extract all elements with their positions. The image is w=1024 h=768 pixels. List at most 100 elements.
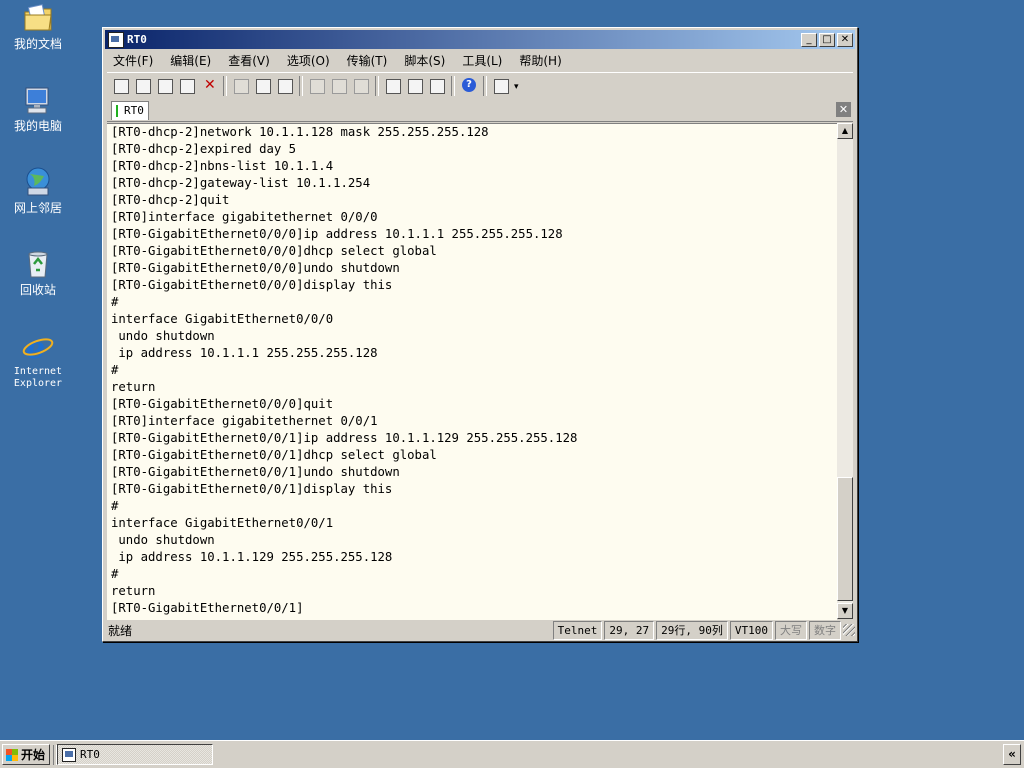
windows-logo-icon (6, 748, 18, 761)
desktop-icon-label: 我的文档 (13, 37, 62, 51)
tray-expand-button[interactable]: « (1003, 744, 1021, 765)
terminal-line: return (111, 380, 156, 394)
terminal-line: interface GigabitEthernet0/0/1 (111, 516, 334, 530)
close-button[interactable]: ✕ (837, 32, 853, 47)
toolbar-separator (299, 76, 303, 96)
taskbar-window-button[interactable]: RT0 (57, 744, 213, 765)
terminal-window: RT0 _ □ ✕ 文件(F) 编辑(E) 查看(V) 选项(O) 传输(T) … (102, 27, 858, 642)
desktop-icon-network[interactable]: 网上邻居 (0, 166, 76, 215)
ie-icon: e (22, 330, 54, 366)
print-icon[interactable] (307, 76, 327, 96)
terminal-line: [RT0-dhcp-2]gateway-list 10.1.1.254 (111, 176, 371, 190)
title-bar[interactable]: RT0 _ □ ✕ (105, 30, 855, 49)
desktop-icon-label: 我的电脑 (13, 119, 62, 133)
help-icon[interactable]: ? (459, 76, 479, 96)
global-options-icon[interactable] (405, 76, 425, 96)
desktop-icon-label: 网上邻居 (13, 201, 62, 215)
start-label: 开始 (21, 748, 46, 762)
menu-edit[interactable]: 编辑(E) (170, 52, 211, 69)
terminal-output[interactable]: [RT0-dhcp-2]network 10.1.1.128 mask 255.… (107, 123, 837, 620)
desktop-icon-recycle-bin[interactable]: 回收站 (0, 248, 76, 297)
terminal-line: [RT0-GigabitEthernet0/0/1]dhcp select gl… (111, 448, 437, 462)
toolbar-separator (223, 76, 227, 96)
resize-grip[interactable] (843, 624, 855, 636)
terminal-line: interface GigabitEthernet0/0/0 (111, 312, 334, 326)
terminal-line: [RT0-GigabitEthernet0/0/1] (111, 601, 304, 615)
connect-in-tab-icon[interactable] (155, 76, 175, 96)
menu-file[interactable]: 文件(F) (113, 52, 153, 69)
quick-connect-icon[interactable] (133, 76, 153, 96)
key-icon[interactable] (427, 76, 447, 96)
session-tab-label: RT0 (124, 104, 144, 117)
menu-view[interactable]: 查看(V) (228, 52, 270, 69)
reconnect-icon[interactable] (177, 76, 197, 96)
scroll-down-button[interactable]: ▼ (837, 603, 853, 619)
desktop-icon-my-documents[interactable]: 我的文档 (0, 2, 76, 51)
terminal-line: ip address 10.1.1.129 255.255.255.128 (111, 550, 393, 564)
desktop-icon-label: Internet Explorer (13, 366, 63, 389)
session-tab[interactable]: RT0 (111, 101, 149, 120)
terminal-line: [RT0-GigabitEthernet0/0/0]quit (111, 397, 334, 411)
printer-icon[interactable] (351, 76, 371, 96)
toolbar-separator (483, 76, 487, 96)
terminal-line: [RT0-GigabitEthernet0/0/0]dhcp select gl… (111, 244, 437, 258)
print-setup-icon[interactable] (329, 76, 349, 96)
menu-bar: 文件(F) 编辑(E) 查看(V) 选项(O) 传输(T) 脚本(S) 工具(L… (105, 50, 855, 70)
terminal-line: [RT0-GigabitEthernet0/0/0]display this (111, 278, 393, 292)
minimize-button[interactable]: _ (801, 32, 817, 47)
status-bar: 就绪 Telnet 29, 27 29行, 90列 VT100 大写 数字 (105, 620, 855, 640)
close-tab-icon[interactable]: ✕ (836, 102, 851, 117)
terminal-line: [RT0-GigabitEthernet0/0/1]ip address 10.… (111, 431, 578, 445)
terminal-line: [RT0-GigabitEthernet0/0/0]ip address 10.… (111, 227, 563, 241)
terminal-line: # (111, 363, 119, 377)
status-cursor-position: 29, 27 (604, 620, 655, 640)
terminal-line: [RT0-GigabitEthernet0/0/1]display this (111, 482, 393, 496)
find-icon[interactable] (275, 76, 295, 96)
scroll-up-button[interactable]: ▲ (837, 123, 853, 139)
terminal-line: [RT0-dhcp-2]quit (111, 193, 230, 207)
menu-tools[interactable]: 工具(L) (462, 52, 502, 69)
status-caps-lock: 大写 (775, 620, 807, 640)
network-icon (22, 166, 54, 198)
menu-transfer[interactable]: 传输(T) (347, 52, 388, 69)
recycle-bin-icon (22, 248, 54, 280)
session-options-icon[interactable] (383, 76, 403, 96)
toolbar-separator (451, 76, 455, 96)
menu-help[interactable]: 帮助(H) (519, 52, 561, 69)
terminal-line: ip address 10.1.1.1 255.255.255.128 (111, 346, 378, 360)
paste-icon[interactable] (253, 76, 273, 96)
terminal-line: undo shutdown (111, 329, 215, 343)
taskbar: 开始 RT0 « (0, 740, 1024, 768)
app-icon (108, 31, 124, 48)
connect-icon[interactable] (111, 76, 131, 96)
status-protocol: Telnet (552, 620, 603, 640)
folder-documents-icon (22, 2, 54, 34)
desktop-icon-label: 回收站 (19, 283, 56, 297)
vertical-scrollbar[interactable]: ▲ ▼ (837, 123, 853, 619)
svg-text:e: e (26, 331, 45, 362)
desktop-icon-internet-explorer[interactable]: e Internet Explorer (0, 330, 76, 390)
menu-script[interactable]: 脚本(S) (404, 52, 445, 69)
maximize-button[interactable]: □ (819, 32, 835, 47)
menu-options[interactable]: 选项(O) (287, 52, 330, 69)
app-icon (62, 747, 76, 762)
scroll-thumb[interactable] (837, 477, 853, 601)
terminal-line: [RT0-GigabitEthernet0/0/1]undo shutdown (111, 465, 400, 479)
copy-icon[interactable] (231, 76, 251, 96)
terminal-line: undo shutdown (111, 533, 215, 547)
status-num-lock: 数字 (809, 620, 841, 640)
computer-icon (22, 84, 54, 116)
disconnect-icon[interactable]: ✕ (199, 76, 219, 96)
status-text: 就绪 (108, 623, 133, 638)
terminal-line: [RT0-GigabitEthernet0/0/0]undo shutdown (111, 261, 400, 275)
taskbar-window-label: RT0 (80, 748, 100, 761)
session-tab-bar: RT0 ✕ (107, 99, 853, 122)
keymap-icon[interactable] (491, 76, 511, 96)
connected-indicator-icon (116, 105, 118, 117)
toolbar: ✕ ? ▾ (107, 72, 853, 100)
window-title: RT0 (127, 33, 147, 46)
toolbar-overflow-icon[interactable]: ▾ (513, 76, 523, 96)
terminal-line: [RT0]interface gigabitethernet 0/0/1 (111, 414, 378, 428)
start-button[interactable]: 开始 (2, 744, 50, 765)
desktop-icon-my-computer[interactable]: 我的电脑 (0, 84, 76, 133)
